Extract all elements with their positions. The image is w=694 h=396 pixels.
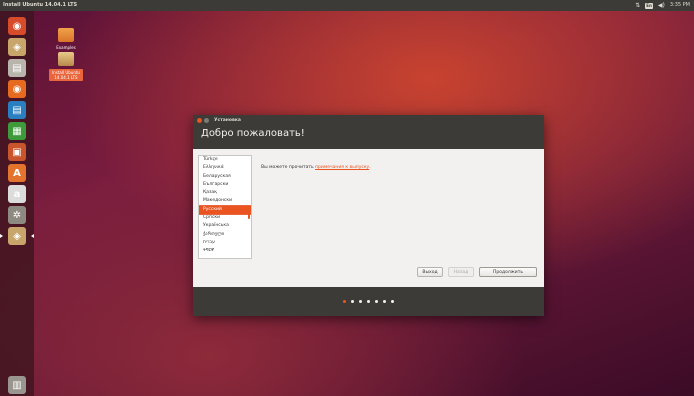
progress-dot bbox=[343, 300, 346, 303]
network-icon[interactable]: ⇅ bbox=[635, 0, 640, 11]
keyboard-indicator[interactable]: En bbox=[645, 2, 653, 9]
release-notes-link[interactable]: примечания к выпуску bbox=[315, 165, 369, 170]
desktop-icon-install-ubuntu[interactable]: Install Ubuntu 14.04.1 LTS bbox=[45, 52, 87, 81]
language-item[interactable]: Беларуская bbox=[199, 173, 251, 181]
language-item[interactable]: ქართული bbox=[199, 231, 251, 239]
writer-icon[interactable]: ▤ bbox=[8, 101, 26, 119]
installer-running-icon[interactable]: ◈ bbox=[0, 227, 34, 245]
list-scrollbar[interactable] bbox=[248, 207, 250, 219]
launcher: ◉ ◈ ▤ ◉ ▤ ▦ ▣ Aa ✲ ◈ ▥ bbox=[0, 11, 34, 396]
language-item[interactable]: Ελληνικά bbox=[199, 164, 251, 172]
info-text: Вы можете прочитать bbox=[261, 165, 316, 170]
progress-dot bbox=[359, 300, 362, 303]
progress-dot bbox=[375, 300, 378, 303]
language-item[interactable]: Қазақ bbox=[199, 189, 251, 197]
back-button[interactable]: Назад bbox=[448, 267, 474, 277]
language-item[interactable]: Українська bbox=[199, 222, 251, 230]
language-item[interactable]: ትግርኛ bbox=[199, 247, 251, 255]
desktop-icon-label: Install Ubuntu 14.04.1 LTS bbox=[49, 69, 83, 81]
progress-dot bbox=[351, 300, 354, 303]
language-list[interactable]: Türkçe Ελληνικά Беларуская Български Қазақ Ма… bbox=[198, 155, 252, 259]
trash-icon[interactable]: ▥ bbox=[8, 376, 26, 394]
release-notes-text: Вы можете прочитать примечания к выпуску… bbox=[261, 165, 371, 170]
language-item[interactable]: עברית bbox=[199, 239, 251, 247]
amazon-icon[interactable]: a bbox=[8, 185, 26, 203]
top-panel: Install Ubuntu 14.04.1 LTS ⇅ En ◀) 3:35 … bbox=[0, 0, 694, 11]
progress-dots bbox=[193, 287, 544, 316]
clock[interactable]: 3:35 PM bbox=[670, 0, 690, 11]
calc-icon[interactable]: ▦ bbox=[8, 122, 26, 140]
impress-icon[interactable]: ▣ bbox=[8, 143, 26, 161]
folder-icon bbox=[58, 28, 74, 42]
minimize-icon[interactable] bbox=[204, 117, 209, 123]
progress-dot bbox=[383, 300, 386, 303]
language-item[interactable]: Русский bbox=[199, 204, 251, 216]
files-icon[interactable]: ▤ bbox=[8, 59, 26, 77]
continue-button[interactable]: Продолжить bbox=[479, 267, 537, 277]
installer-window: Установка Добро пожаловать! Türkçe Ελληνι… bbox=[193, 115, 544, 316]
installer-icon[interactable]: ◈ bbox=[8, 38, 26, 56]
close-icon[interactable] bbox=[197, 117, 202, 123]
desktop-icon-examples[interactable]: Examples bbox=[51, 28, 81, 50]
window-title: Установка bbox=[214, 117, 241, 123]
info-text-end: . bbox=[369, 165, 371, 170]
settings-icon[interactable]: ✲ bbox=[8, 206, 26, 224]
progress-dot bbox=[391, 300, 394, 303]
window-title-panel: Install Ubuntu 14.04.1 LTS bbox=[3, 2, 78, 8]
firefox-icon[interactable]: ◉ bbox=[8, 80, 26, 98]
software-center-icon[interactable]: A bbox=[8, 164, 26, 182]
language-item[interactable]: Български bbox=[199, 181, 251, 189]
installer-icon bbox=[58, 52, 74, 66]
language-item[interactable]: Македонски bbox=[199, 197, 251, 205]
volume-icon[interactable]: ◀) bbox=[658, 0, 665, 11]
language-item[interactable]: Српски bbox=[199, 214, 251, 222]
page-title: Добро пожаловать! bbox=[193, 125, 544, 149]
desktop-icon-label: Examples bbox=[56, 45, 76, 50]
indicator-area: ⇅ En ◀) 3:35 PM bbox=[635, 0, 690, 11]
window-titlebar[interactable]: Установка bbox=[193, 115, 544, 125]
progress-dot bbox=[367, 300, 370, 303]
window-content: Türkçe Ελληνικά Беларуская Български Қазақ Ма… bbox=[193, 149, 544, 287]
quit-button[interactable]: Выход bbox=[417, 267, 443, 277]
label-line: 14.04.1 LTS bbox=[54, 75, 78, 80]
dash-icon[interactable]: ◉ bbox=[8, 17, 26, 35]
language-item[interactable]: Türkçe bbox=[199, 156, 251, 164]
